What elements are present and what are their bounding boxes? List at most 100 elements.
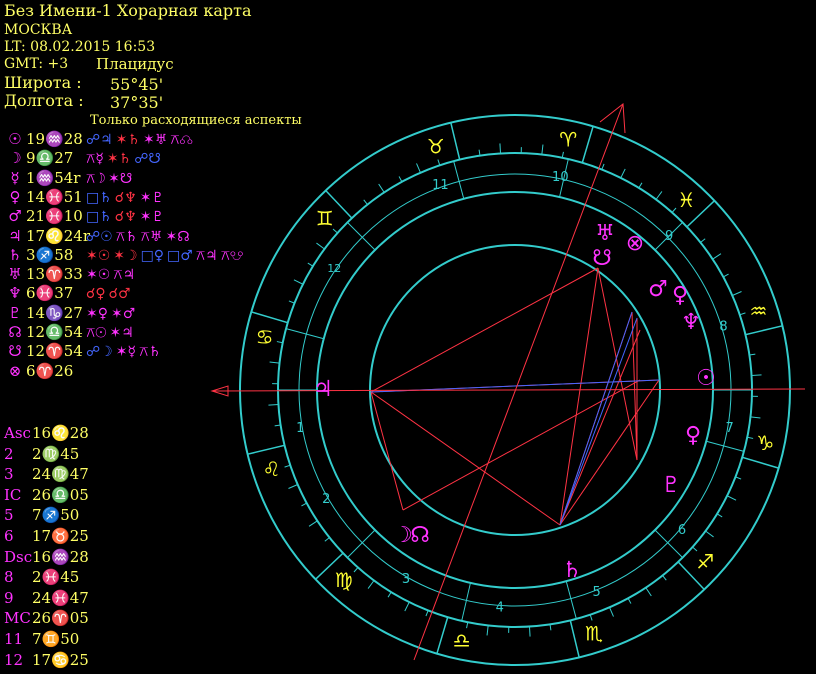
degree-tick [723,273,729,278]
gemini-glyph: ♊ [316,207,334,231]
cancer-glyph: ♋ [256,325,274,349]
degree-tick [276,341,283,344]
degree-tick [671,207,677,213]
house-number: 4 [496,600,504,615]
house-cusp-tick [706,440,745,452]
taurus-glyph: ♉ [427,135,445,159]
degree-tick [307,262,314,267]
horary-chart-window: { "header": { "title": "Без Имени-1 Хора… [0,0,816,674]
house-cusp-tick [453,160,465,199]
degree-tick [378,183,385,193]
aspect-line [559,317,638,526]
house-number: 2 [322,492,330,507]
degree-tick [742,456,752,461]
aspect-line [597,267,638,461]
degree-tick [301,502,307,507]
degree-tick [561,151,564,158]
degree-tick [750,416,761,419]
degree-tick [437,159,441,166]
degree-tick [589,614,593,621]
house-number: 12 [327,262,341,275]
venus-glyph: ♀ [672,283,688,308]
degree-tick [324,537,330,542]
south-node-glyph: ☋ [592,246,612,271]
degree-tick [609,607,614,617]
aspect-line [559,379,660,526]
saturn-glyph: ♄ [562,558,582,583]
degree-tick [686,219,695,228]
neptune-glyph: ♆ [681,310,701,335]
degree-tick [456,149,461,160]
aries-glyph: ♈ [559,128,577,152]
degree-tick [569,620,574,631]
degree-tick [367,580,375,589]
degree-tick [486,625,489,636]
degree-tick [308,520,318,527]
degree-tick [274,444,285,449]
degree-tick [269,361,280,364]
degree-tick [284,464,291,468]
house-cusp-tick [347,529,376,558]
north-node-glyph: ☊ [410,523,430,548]
degree-tick [705,530,714,538]
degree-tick [444,617,449,627]
degree-tick [751,374,762,377]
pisces-glyph: ♓ [677,188,695,212]
degree-tick [335,552,344,561]
aspect-lines [370,267,660,526]
house-cusp-tick [461,582,471,622]
degree-tick [278,319,288,324]
house-cusp-tick [565,581,577,620]
house-number: 7 [726,421,734,436]
chart-wheel: ♉ ♈♓♒♑♐♏♎♍♌♋♊ 123456789101112 ♃☽☊♄♇♀☉♆♂ ♀☋… [210,103,806,666]
scorpio-glyph: ♏ [585,621,603,645]
degree-tick [735,476,742,480]
aquarius-glyph: ♒ [750,299,768,323]
degree-tick [732,291,742,296]
degree-tick [620,168,626,179]
degree-tick [662,575,667,581]
aspect-line [559,329,641,526]
capricorn-glyph: ♑ [756,431,774,455]
house-number: 9 [665,229,673,244]
venus-glyph: ♀ [685,423,701,448]
house-number: 6 [678,523,686,538]
degree-tick [344,210,353,219]
degree-tick [353,567,359,573]
house-number: 5 [593,585,601,600]
degree-tick [293,279,304,285]
sun-glyph: ☉ [696,366,716,391]
degree-tick [499,143,502,154]
degree-tick [541,144,544,155]
degree-tick [700,238,706,243]
libra-glyph: ♎ [453,628,471,652]
degree-tick [404,601,410,612]
degree-tick [416,163,421,173]
aspect-line [559,267,599,526]
degree-tick [726,495,737,501]
degree-tick [645,587,652,597]
degree-tick [677,561,686,570]
degree-tick [712,253,722,260]
house-number: 8 [719,319,727,334]
house-cusp-tick [285,328,324,340]
aspect-line [370,391,404,511]
degree-tick [288,300,295,304]
degree-tick [655,191,663,200]
house-number: 3 [402,572,410,587]
degree-tick [466,622,469,629]
degree-tick [316,242,325,250]
house-cusp-tick [347,222,376,251]
degree-tick [745,331,756,336]
degree-tick [747,436,754,439]
sagittarius-glyph: ♐ [696,549,714,573]
degree-tick [425,610,429,617]
degree-tick [581,153,586,163]
jupiter-glyph: ♃ [313,377,333,402]
aspect-line [370,267,599,393]
degree-tick [601,163,605,170]
aspect-line [370,391,561,526]
degree-tick [268,403,279,406]
degree-tick [398,176,403,182]
leo-glyph: ♌ [263,457,281,481]
